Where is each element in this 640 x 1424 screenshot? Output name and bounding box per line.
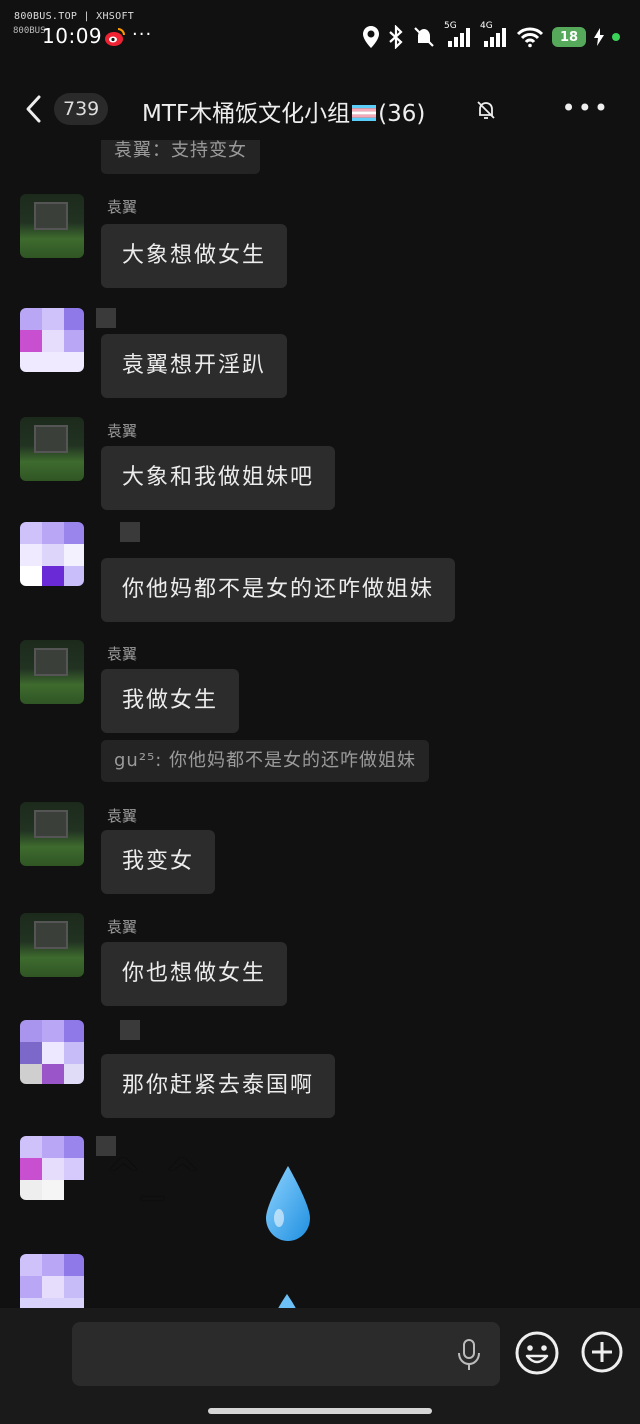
mute-status-icon	[414, 27, 434, 47]
bluetooth-icon	[389, 25, 403, 49]
message-bubble[interactable]: 袁翼想开淫趴	[101, 334, 288, 398]
network-5g-label: 5G	[444, 21, 457, 31]
avatar-pixelated[interactable]	[20, 1254, 84, 1308]
location-icon	[363, 26, 379, 48]
wifi-icon	[516, 27, 544, 48]
avatar-yuanyi[interactable]	[20, 194, 84, 258]
avatar-pixelated[interactable]	[20, 308, 84, 372]
privacy-indicator-dot	[612, 33, 620, 41]
battery-indicator: 18	[552, 27, 586, 47]
avatar-pixelated[interactable]	[20, 1136, 84, 1200]
message-bubble[interactable]: 你也想做女生	[101, 942, 288, 1006]
member-count: (36)	[378, 101, 426, 127]
message-input[interactable]	[72, 1322, 500, 1386]
network-4g-label: 4G	[480, 21, 493, 31]
status-time: 10:09	[42, 24, 103, 48]
group-name: MTF木桶饭文化小组	[142, 101, 351, 127]
sender-name: 袁翼	[107, 918, 138, 936]
input-bar	[0, 1308, 640, 1424]
message-bubble[interactable]: 那你赶紧去泰国啊	[101, 1054, 336, 1118]
sender-name: 袁翼	[107, 645, 138, 663]
sticker-message[interactable]: ^_^	[105, 1150, 201, 1201]
droplet-icon	[278, 1294, 296, 1308]
muted-bell-icon	[477, 101, 495, 119]
sender-name: 袁翼	[107, 198, 138, 216]
status-icons: 5G 4G 18	[362, 20, 620, 54]
partial-quote: 袁翼：支持变女	[101, 140, 260, 174]
avatar-yuanyi[interactable]	[20, 802, 84, 866]
message-list[interactable]: 袁翼：支持变女 袁翼 大象想做女生 袁翼想开淫趴 袁翼 大象和我做姐妹吧 你他妈…	[0, 140, 640, 1308]
chat-header: 739 MTF木桶饭文化小组 (36) •••	[0, 82, 640, 140]
watermark-text: 800BUS.TOP | XHSOFT	[14, 11, 135, 22]
droplet-icon	[266, 1166, 310, 1241]
message-bubble[interactable]: 我做女生	[101, 669, 240, 733]
signal-4g-icon: 4G	[480, 21, 508, 49]
back-arrow-icon[interactable]	[22, 94, 46, 124]
charging-icon	[594, 28, 604, 46]
group-title[interactable]: MTF木桶饭文化小组 (36)	[142, 94, 425, 128]
sender-name: 袁翼	[107, 807, 138, 825]
watermark-small-text: 800BUS	[13, 26, 46, 36]
hidden-sender-name	[120, 1020, 140, 1040]
avatar-pixelated[interactable]	[20, 1020, 84, 1084]
status-more-icon: ···	[132, 24, 153, 45]
message-bubble[interactable]: 我变女	[101, 830, 216, 894]
weibo-icon	[105, 28, 125, 46]
avatar-pixelated[interactable]	[20, 522, 84, 586]
transgender-flag-icon	[352, 104, 377, 121]
avatar-yuanyi[interactable]	[20, 640, 84, 704]
message-bubble[interactable]: 大象和我做姐妹吧	[101, 446, 336, 510]
signal-5g-icon: 5G	[444, 21, 472, 49]
hidden-sender-name	[96, 308, 116, 328]
message-bubble[interactable]: 你他妈都不是女的还咋做姐妹	[101, 558, 456, 622]
avatar-yuanyi[interactable]	[20, 417, 84, 481]
more-options-icon[interactable]: •••	[562, 94, 610, 122]
add-icon[interactable]	[580, 1330, 624, 1374]
message-bubble[interactable]: 大象想做女生	[101, 224, 288, 288]
unread-count-badge[interactable]: 739	[54, 93, 109, 125]
sender-name: 袁翼	[107, 422, 138, 440]
hidden-sender-name	[120, 522, 140, 542]
avatar-yuanyi[interactable]	[20, 913, 84, 977]
microphone-icon[interactable]	[456, 1338, 482, 1372]
emoji-icon[interactable]	[514, 1330, 560, 1376]
quoted-reply[interactable]: gu²⁵: 你他妈都不是女的还咋做姐妹	[101, 740, 430, 782]
home-indicator[interactable]	[208, 1408, 432, 1414]
